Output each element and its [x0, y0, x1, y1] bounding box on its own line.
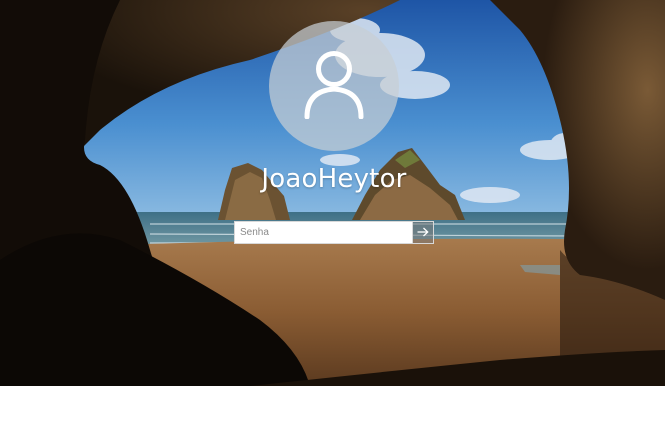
lock-screen: JoaoHeytor	[0, 0, 665, 386]
username-label: JoaoHeytor	[261, 164, 407, 194]
user-silhouette-icon	[303, 49, 365, 124]
password-field-group	[234, 221, 434, 244]
password-input[interactable]	[234, 221, 412, 244]
arrow-right-icon	[417, 224, 429, 242]
submit-button[interactable]	[412, 221, 434, 244]
user-avatar	[269, 21, 399, 151]
bottom-blank-area	[0, 386, 665, 435]
